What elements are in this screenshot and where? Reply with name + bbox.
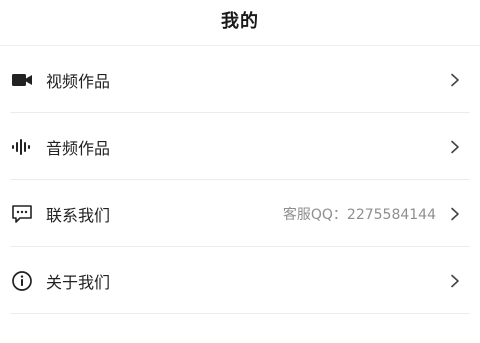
menu-item-contact-us[interactable]: 联系我们 客服QQ：2275584144: [0, 180, 480, 247]
menu-item-label: 联系我们: [46, 205, 111, 225]
nav-header: 我的: [0, 0, 480, 46]
menu-item-video-works[interactable]: 视频作品: [0, 46, 480, 113]
page-title: 我的: [221, 10, 259, 32]
message-icon: [10, 202, 34, 226]
chevron-right-icon: [448, 274, 462, 288]
profile-page: 我的 视频作品 音频作品 联系我们 客服QQ：2275584144 关于我们: [0, 0, 480, 343]
chevron-right-icon: [448, 73, 462, 87]
chevron-right-icon: [448, 207, 462, 221]
info-icon: [10, 269, 34, 293]
menu-item-label: 关于我们: [46, 272, 111, 292]
menu-item-audio-works[interactable]: 音频作品: [0, 113, 480, 180]
customer-service-qq: 客服QQ：2275584144: [282, 206, 436, 223]
menu-item-label: 视频作品: [46, 71, 111, 91]
menu-item-label: 音频作品: [46, 138, 111, 158]
chevron-right-icon: [448, 140, 462, 154]
video-camera-icon: [10, 68, 34, 92]
audio-waveform-icon: [10, 135, 34, 159]
menu-item-about-us[interactable]: 关于我们: [0, 247, 480, 314]
settings-menu: 视频作品 音频作品 联系我们 客服QQ：2275584144 关于我们: [0, 46, 480, 314]
